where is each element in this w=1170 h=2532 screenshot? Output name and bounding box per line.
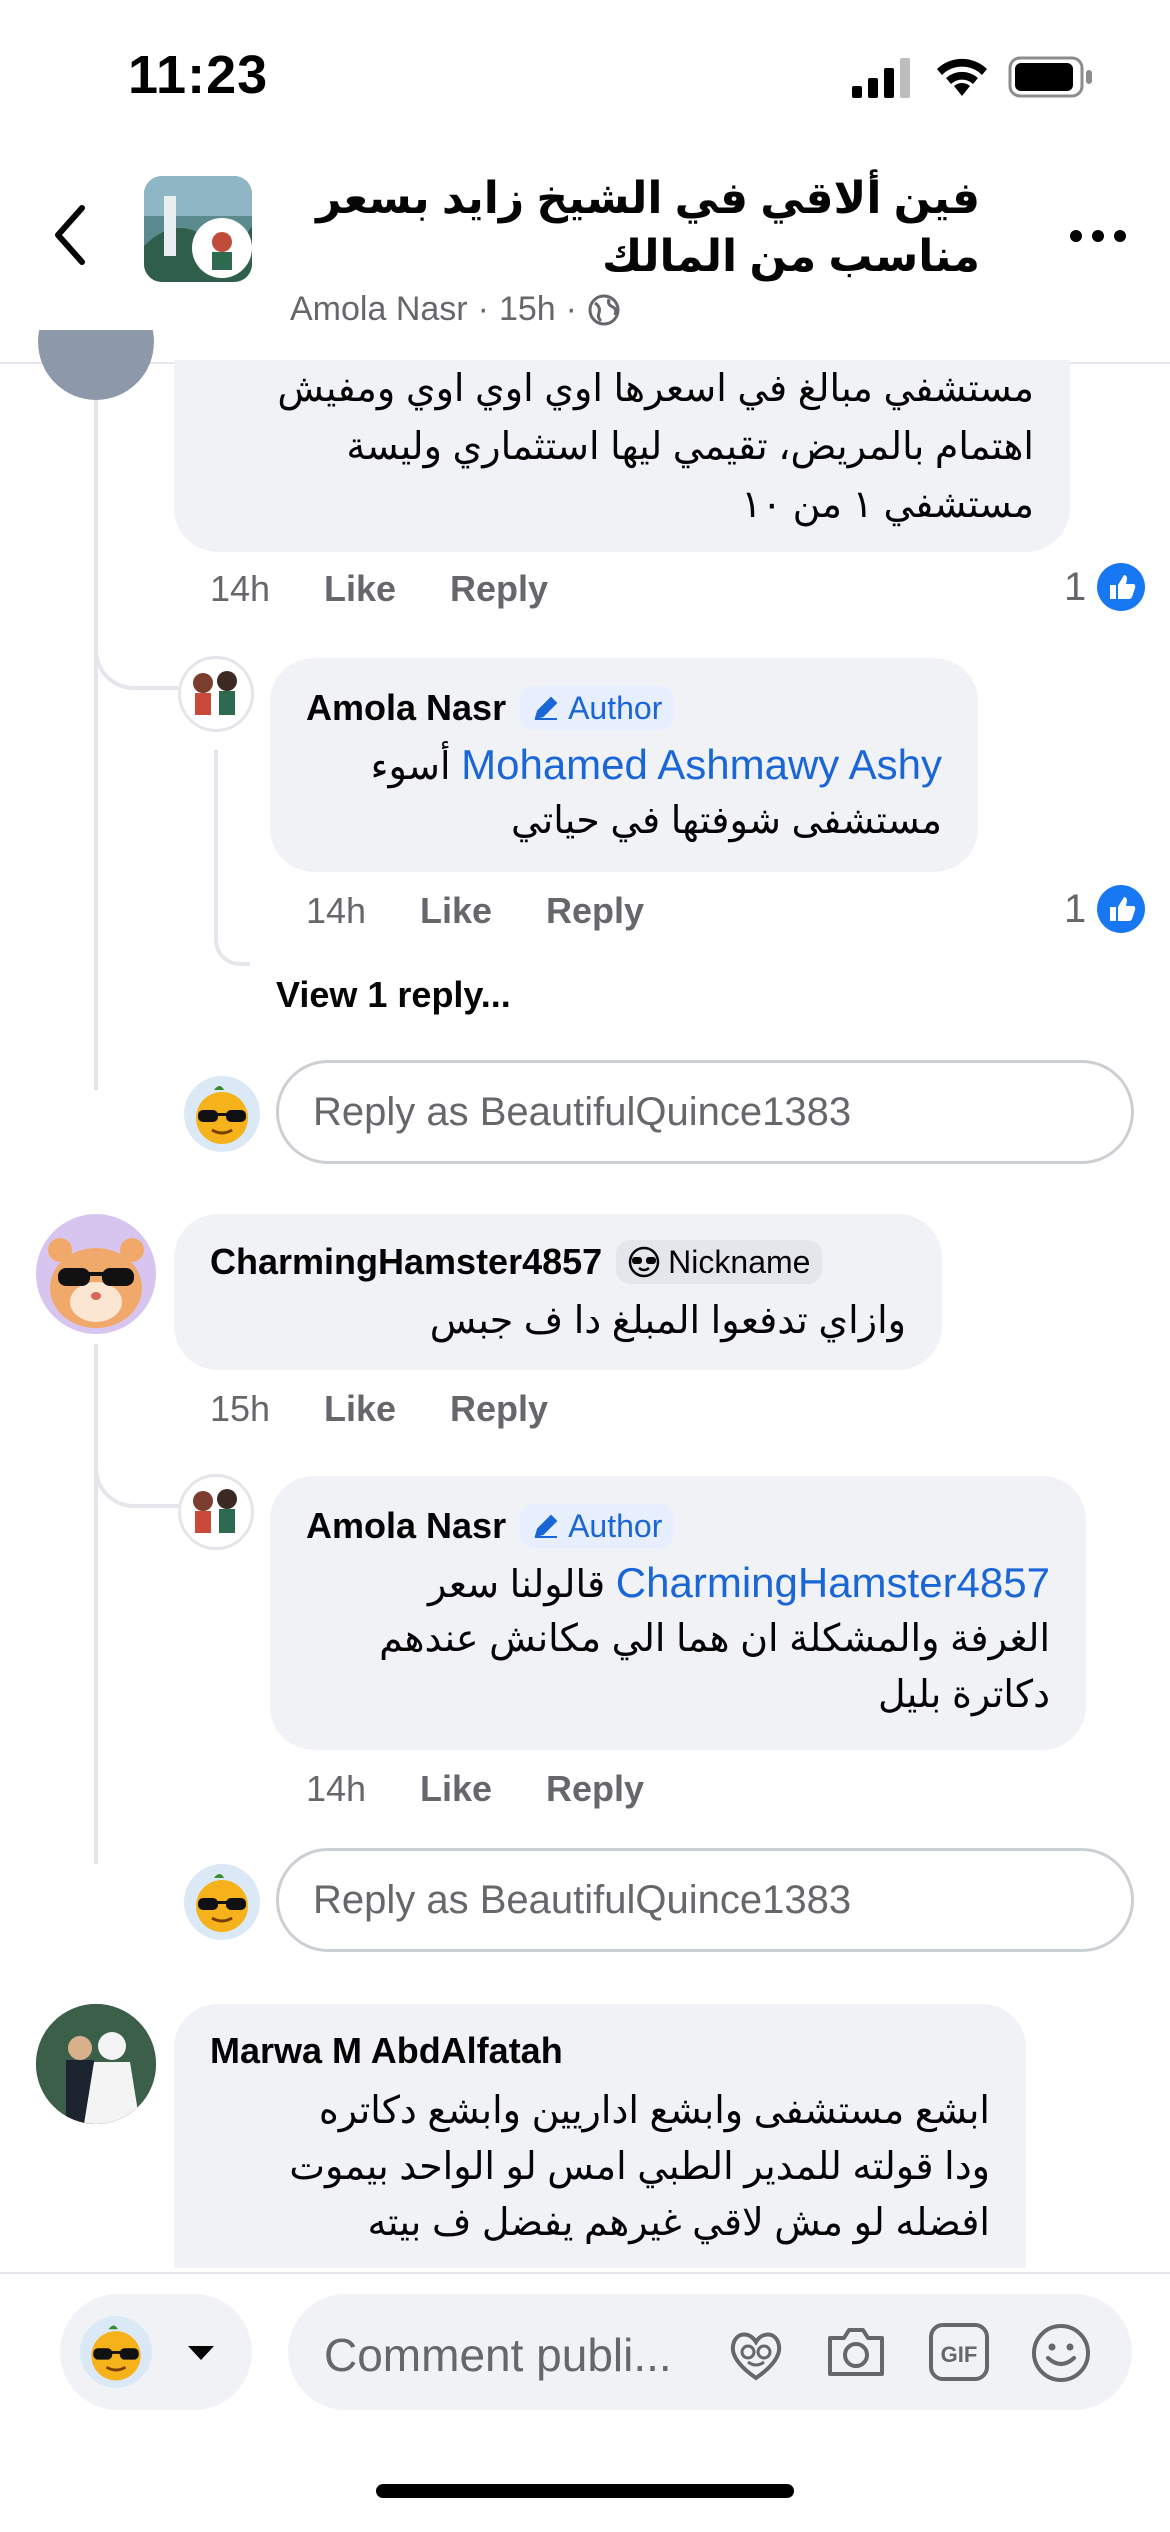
comment-author[interactable]: Marwa M AbdAlfatah bbox=[210, 2030, 563, 2072]
user-avatar bbox=[184, 1864, 260, 1940]
post-meta: Amola Nasr · 15h · bbox=[290, 290, 621, 329]
comment-text-line2: ودا قولته للمدير الطبي امس لو الواحد بيم… bbox=[289, 2146, 990, 2188]
like-button[interactable]: Like bbox=[420, 1768, 492, 1810]
post-time: 15h bbox=[498, 290, 556, 328]
reply-button[interactable]: Reply bbox=[546, 1768, 644, 1810]
reply-author[interactable]: Amola Nasr bbox=[306, 687, 506, 729]
more-options-icon[interactable] bbox=[1068, 226, 1128, 246]
status-time: 11:23 bbox=[128, 45, 269, 105]
comment-text: مستشفي مبالغ في اسعرها اوي اوي اوي ومفيش… bbox=[277, 368, 1034, 526]
wifi-icon bbox=[937, 58, 987, 96]
comment-input[interactable]: Comment publi... GIF bbox=[288, 2294, 1132, 2410]
avatar[interactable] bbox=[178, 1474, 254, 1550]
chevron-down-icon bbox=[188, 2346, 214, 2360]
reply-bubble: Amola Nasr Author Mohamed Ashmawy Ashy أ… bbox=[270, 658, 978, 872]
reply-author[interactable]: Amola Nasr bbox=[306, 1505, 506, 1547]
reply-button[interactable]: Reply bbox=[546, 890, 644, 932]
reply-input[interactable]: Reply as BeautifulQuince1383 bbox=[276, 1060, 1134, 1164]
thread-curve bbox=[94, 1428, 180, 1508]
comment-time: 15h bbox=[210, 1388, 271, 1429]
reply-text-line2: مستشفى شوفتها في حياتي bbox=[510, 800, 942, 842]
reaction-count[interactable]: 1 bbox=[1064, 562, 1146, 612]
emoji-icon[interactable] bbox=[1030, 2322, 1092, 2384]
avatar-sticker-icon[interactable] bbox=[726, 2324, 786, 2382]
thread-line bbox=[214, 750, 218, 940]
user-avatar bbox=[80, 2316, 152, 2388]
back-icon[interactable] bbox=[44, 200, 100, 270]
pencil-icon bbox=[534, 696, 558, 720]
author-badge: Author bbox=[520, 1504, 675, 1548]
thread-line bbox=[94, 400, 98, 1090]
like-button[interactable]: Like bbox=[324, 568, 396, 610]
group-thumbnail[interactable] bbox=[144, 176, 252, 282]
post-title: فين ألاقي في الشيخ زايد بسعر مناسب من ال… bbox=[316, 174, 980, 281]
sunglasses-emoji-icon bbox=[628, 1246, 660, 1278]
comment-time: 14h bbox=[306, 890, 367, 931]
mention-link[interactable]: Mohamed Ashmawy Ashy bbox=[461, 741, 942, 788]
comment-bubble: Marwa M AbdAlfatah ابشع مستشفى وابشع ادا… bbox=[174, 2004, 1026, 2268]
comment-bubble: CharmingHamster4857 Nickname وازاي تدفعو… bbox=[174, 1214, 942, 1370]
like-reaction-icon bbox=[1097, 885, 1146, 933]
avatar[interactable] bbox=[36, 1214, 156, 1334]
account-switcher[interactable] bbox=[60, 2294, 252, 2410]
reply-button[interactable]: Reply bbox=[450, 568, 548, 610]
reply-text-line2: الغرفة والمشكلة ان هما الي مكانش عندهم bbox=[379, 1618, 1050, 1660]
reply-button[interactable]: Reply bbox=[450, 1388, 548, 1430]
like-reaction-icon bbox=[1097, 563, 1146, 611]
view-more-replies[interactable]: View 1 reply... bbox=[276, 974, 511, 1016]
reply-text-line3: دكاترة بليل bbox=[877, 1674, 1050, 1716]
avatar[interactable] bbox=[36, 2004, 156, 2124]
battery-icon bbox=[1008, 56, 1092, 98]
post-author[interactable]: Amola Nasr bbox=[290, 290, 468, 329]
pencil-icon bbox=[534, 1514, 558, 1538]
comment-author[interactable]: CharmingHamster4857 bbox=[210, 1241, 602, 1283]
comment-time: 14h bbox=[306, 1768, 367, 1809]
author-badge: Author bbox=[520, 686, 675, 730]
mention-link[interactable]: CharmingHamster4857 bbox=[616, 1559, 1050, 1606]
like-button[interactable]: Like bbox=[324, 1388, 396, 1430]
home-indicator[interactable] bbox=[376, 2484, 794, 2498]
gif-icon[interactable]: GIF bbox=[928, 2322, 990, 2382]
thread-line bbox=[94, 1344, 98, 1864]
comment-text: وازاي تدفعوا المبلغ دا ف جبس bbox=[429, 1300, 906, 1342]
comment-text-line3: افضله لو مش لاقي غيرهم يفضل ف بيته bbox=[367, 2202, 991, 2244]
user-avatar bbox=[184, 1076, 260, 1152]
reaction-count[interactable]: 1 bbox=[1064, 884, 1146, 934]
meta-dot: · bbox=[477, 290, 489, 328]
nickname-badge: Nickname bbox=[616, 1240, 823, 1284]
reply-bubble: Amola Nasr Author CharmingHamster4857 قا… bbox=[270, 1476, 1086, 1750]
thread-curve bbox=[94, 610, 180, 690]
thread-curve bbox=[214, 920, 250, 966]
comment-text-line1: ابشع مستشفى وابشع اداريين وابشع دكاتره bbox=[318, 2090, 990, 2132]
composer-divider bbox=[0, 2272, 1170, 2274]
camera-icon[interactable] bbox=[824, 2324, 888, 2380]
like-button[interactable]: Like bbox=[420, 890, 492, 932]
reply-text-line1: Mohamed Ashmawy Ashy أسوء bbox=[370, 741, 942, 788]
avatar[interactable] bbox=[178, 656, 254, 732]
globe-icon bbox=[588, 294, 620, 325]
avatar[interactable] bbox=[38, 330, 154, 400]
comment-placeholder: Comment publi... bbox=[324, 2329, 672, 2381]
comment-time: 14h bbox=[210, 568, 271, 609]
signal-icon bbox=[852, 58, 910, 98]
svg-text:GIF: GIF bbox=[941, 2342, 978, 2367]
reply-text-line1: CharmingHamster4857 قالولنا سعر bbox=[427, 1559, 1050, 1606]
meta-dot: · bbox=[565, 290, 577, 328]
comment-bubble: مستشفي مبالغ في اسعرها اوي اوي اوي ومفيش… bbox=[174, 360, 1070, 552]
reply-input[interactable]: Reply as BeautifulQuince1383 bbox=[276, 1848, 1134, 1952]
